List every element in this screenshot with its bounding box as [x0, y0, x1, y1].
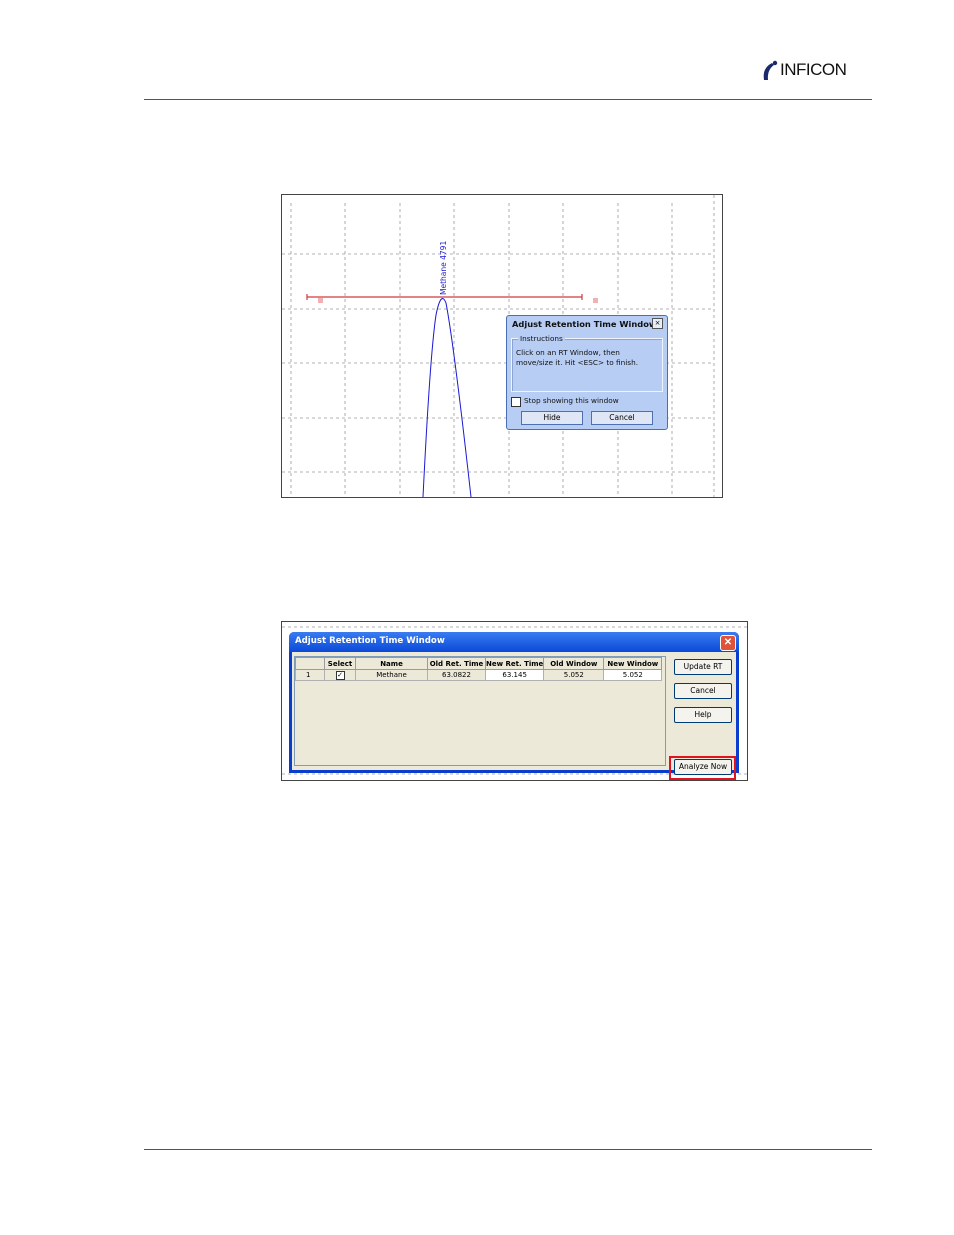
- instructions-group-label: Instructions: [518, 334, 565, 343]
- dialog-client-area: Select Name Old Ret. Time New Ret. Time …: [292, 652, 736, 780]
- rt-table: Select Name Old Ret. Time New Ret. Time …: [294, 656, 666, 766]
- old-window-cell: 5.052: [543, 669, 605, 681]
- header-rule: [144, 99, 872, 100]
- adjust-rt-window-figure: Adjust Retention Time Window ✕ Select Na…: [281, 621, 748, 781]
- new-window-cell[interactable]: 5.052: [603, 669, 663, 681]
- new-ret-time-cell[interactable]: 63.145: [484, 669, 545, 681]
- footer-rule: [144, 1149, 872, 1150]
- close-icon[interactable]: ×: [652, 318, 663, 329]
- methane-peak: [422, 298, 472, 497]
- row-number: 1: [295, 669, 325, 681]
- chromatogram-figure: Methane 4791 Adjust Retention Time Windo…: [281, 194, 723, 498]
- peak-label: Methane 4791: [439, 241, 448, 295]
- adjust-rt-window-dialog: Adjust Retention Time Window ✕ Select Na…: [289, 632, 739, 780]
- table-header-row: Select Name Old Ret. Time New Ret. Time …: [295, 657, 663, 670]
- column-header-name[interactable]: Name: [355, 657, 428, 670]
- column-header-old-window[interactable]: Old Window: [543, 657, 605, 670]
- name-cell: Methane: [355, 669, 428, 681]
- stop-showing-label: Stop showing this window: [524, 396, 619, 405]
- table-row[interactable]: 1 ✓ Methane 63.0822 63.145 5.052 5.052: [295, 669, 663, 681]
- dialog-titlebar[interactable]: Adjust Retention Time Window ✕: [289, 632, 739, 652]
- column-header-new-ret-time[interactable]: New Ret. Time: [484, 657, 545, 670]
- inficon-logo: INFICON: [760, 58, 872, 86]
- select-cell[interactable]: ✓: [324, 669, 356, 681]
- select-checkbox[interactable]: ✓: [335, 670, 345, 680]
- rt-instructions-dialog: Adjust Retention Time Window × Instructi…: [506, 315, 668, 430]
- dialog-title: Adjust Retention Time Window: [295, 636, 445, 646]
- column-header-select[interactable]: Select: [324, 657, 356, 670]
- close-icon[interactable]: ✕: [720, 635, 736, 651]
- analyze-now-highlight: [669, 756, 736, 780]
- cancel-button[interactable]: Cancel: [591, 411, 653, 425]
- hide-button[interactable]: Hide: [521, 411, 583, 425]
- rt-window-handle-right[interactable]: [593, 298, 598, 303]
- old-ret-time-cell: 63.0822: [427, 669, 486, 681]
- cancel-button[interactable]: Cancel: [674, 683, 732, 699]
- column-header-rownum: [295, 657, 325, 670]
- column-header-new-window[interactable]: New Window: [603, 657, 663, 670]
- instructions-text: Click on an RT Window, then move/size it…: [516, 348, 639, 367]
- stop-showing-checkbox[interactable]: [511, 397, 521, 407]
- rt-window-handle-left[interactable]: [318, 298, 323, 303]
- column-header-old-ret-time[interactable]: Old Ret. Time: [427, 657, 486, 670]
- help-button[interactable]: Help: [674, 707, 732, 723]
- logo-text: INFICON: [780, 60, 847, 79]
- update-rt-button[interactable]: Update RT: [674, 659, 732, 675]
- dialog-title: Adjust Retention Time Window: [512, 319, 657, 329]
- instructions-group: Instructions Click on an RT Window, then…: [511, 334, 663, 392]
- logo-mark-icon: [763, 60, 778, 80]
